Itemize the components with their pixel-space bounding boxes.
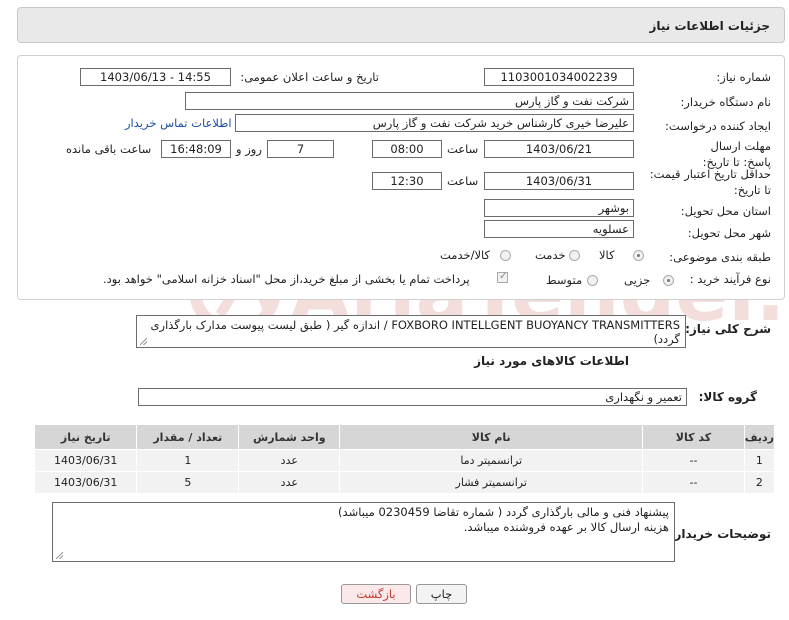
col-header-row: ردیف <box>743 424 776 450</box>
col-header-qty: تعداد / مقدار <box>136 424 240 450</box>
resize-grip-icon[interactable] <box>140 338 147 345</box>
process-type-label: نوع فرآیند خرید : <box>689 272 771 286</box>
announce-datetime-label: تاریخ و ساعت اعلان عمومی: <box>240 70 379 84</box>
category-radio-goods-service[interactable] <box>500 250 511 261</box>
cell-name: ترانسمیتر فشار <box>339 471 644 494</box>
cell-name: ترانسمیتر دما <box>339 449 644 472</box>
cell-code: -- <box>642 471 745 494</box>
need-number-field: 1103001034002239 <box>484 68 634 86</box>
resize-grip-icon[interactable] <box>56 552 63 559</box>
process-option-medium: متوسط <box>546 273 583 287</box>
city-label: شهر محل تحویل: <box>687 226 771 240</box>
process-radio-minor[interactable] <box>663 275 674 286</box>
buyer-notes-line-2: هزینه ارسال کالا بر عهده فروشنده میباشد. <box>463 520 669 534</box>
goods-table: ردیف کد کالا نام کالا واحد شمارش تعداد /… <box>33 424 776 494</box>
col-header-name: نام کالا <box>339 424 644 450</box>
price-validity-label: حداقل تاریخ اعتبار قیمت: تا تاریخ: <box>649 167 771 197</box>
reply-time-label: ساعت <box>447 142 479 156</box>
cell-qty: 1 <box>136 449 240 472</box>
category-radio-goods[interactable] <box>633 250 644 261</box>
col-header-date: تاریخ نیاز <box>33 424 138 450</box>
process-radio-medium[interactable] <box>587 275 598 286</box>
buyer-notes-label: توضیحات خریدار: <box>669 527 771 541</box>
remaining-time-field: 16:48:09 <box>161 140 231 158</box>
page-header: جزئیات اطلاعات نیاز <box>17 7 785 43</box>
cell-code: -- <box>642 449 745 472</box>
announce-datetime-field: 1403/06/13 - 14:55 <box>80 68 231 86</box>
description-text: FOXBORO INTELLGENT BUOYANCY TRANSMITTERS… <box>150 318 680 346</box>
goods-section-title: اطلاعات کالاهای مورد نیاز <box>474 354 629 368</box>
cell-unit: عدد <box>238 449 341 472</box>
table-header-row: ردیف کد کالا نام کالا واحد شمارش تعداد /… <box>33 424 776 450</box>
col-header-unit: واحد شمارش <box>238 424 341 450</box>
reply-date-field: 1403/06/21 <box>484 140 634 158</box>
category-option-service: خدمت <box>535 248 566 262</box>
buyer-notes-textarea[interactable]: پیشنهاد فنی و مالی بارگذاری گردد ( شماره… <box>52 502 675 562</box>
table-row: 2 -- ترانسمیتر فشار عدد 5 1403/06/31 <box>33 471 776 494</box>
treasury-payment-checkbox[interactable] <box>497 271 508 283</box>
treasury-payment-note: پرداخت تمام یا بخشی از مبلغ خرید،از محل … <box>103 272 470 286</box>
price-time-label: ساعت <box>447 174 479 188</box>
buyer-org-field: شرکت نفت و گاز پارس <box>185 92 634 110</box>
col-header-code: کد کالا <box>642 424 745 450</box>
goods-group-label: گروه کالا: <box>698 390 757 404</box>
province-label: استان محل تحویل: <box>680 204 771 218</box>
page-title: جزئیات اطلاعات نیاز <box>649 19 770 33</box>
cell-date: 1403/06/31 <box>33 471 138 494</box>
remaining-days-field: 7 <box>267 140 334 158</box>
buyer-notes-line-1: پیشنهاد فنی و مالی بارگذاری گردد ( شماره… <box>338 505 669 519</box>
category-option-goods: کالا <box>599 248 615 262</box>
category-label: طبقه بندی موضوعی: <box>669 250 771 264</box>
city-field: عسلویه <box>484 220 634 238</box>
description-label: شرح کلی نیاز: <box>685 322 771 336</box>
category-option-goods-service: کالا/خدمت <box>440 248 491 262</box>
cell-date: 1403/06/31 <box>33 449 138 472</box>
process-option-minor: جزیی <box>624 273 651 287</box>
price-validity-date-field: 1403/06/31 <box>484 172 634 190</box>
creator-label: ایجاد کننده درخواست: <box>665 119 771 133</box>
back-button[interactable]: بازگشت <box>341 584 411 604</box>
price-validity-time-field: 12:30 <box>372 172 442 190</box>
description-textarea[interactable]: FOXBORO INTELLGENT BUOYANCY TRANSMITTERS… <box>136 315 686 348</box>
print-button[interactable]: چاپ <box>416 584 467 604</box>
remaining-time-label: ساعت باقی مانده <box>66 142 152 156</box>
buyer-contact-link[interactable]: اطلاعات تماس خریدار <box>125 116 232 130</box>
days-label: روز و <box>236 142 262 156</box>
cell-row: 1 <box>743 449 776 472</box>
table-row: 1 -- ترانسمیتر دما عدد 1 1403/06/31 <box>33 449 776 472</box>
cell-unit: عدد <box>238 471 341 494</box>
need-number-label: شماره نیاز: <box>716 70 771 84</box>
province-field: بوشهر <box>484 199 634 217</box>
reply-time-field: 08:00 <box>372 140 442 158</box>
category-radio-service[interactable] <box>569 250 580 261</box>
goods-group-field: تعمیر و نگهداری <box>138 388 687 406</box>
cell-row: 2 <box>743 471 776 494</box>
creator-field: علیرضا خیری کارشناس خرید شرکت نفت و گاز … <box>235 114 634 132</box>
buyer-org-label: نام دستگاه خریدار: <box>680 95 771 109</box>
cell-qty: 5 <box>136 471 240 494</box>
